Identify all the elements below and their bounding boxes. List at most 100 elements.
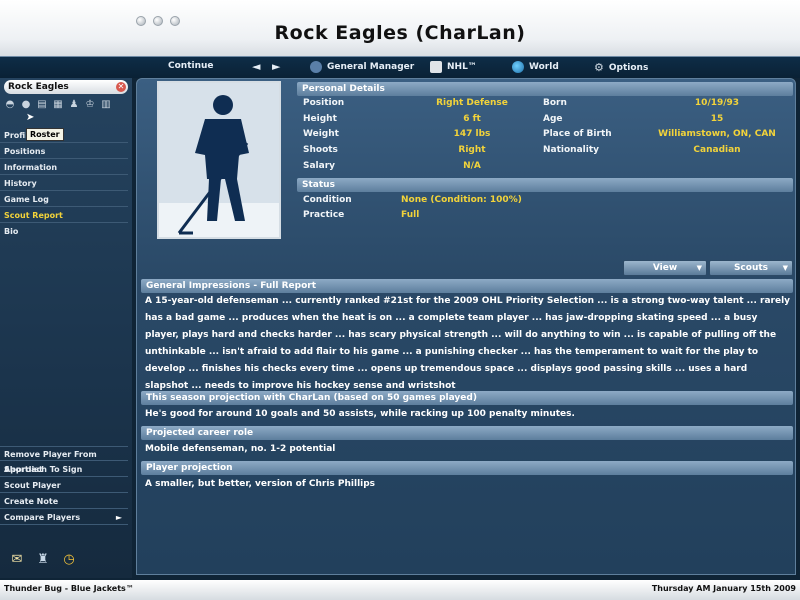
close-icon[interactable]: ✕ bbox=[116, 82, 126, 92]
sidebar-item-positions[interactable]: Positions bbox=[0, 144, 128, 159]
globe-icon bbox=[512, 61, 524, 73]
sidebar-item-label: History bbox=[4, 179, 37, 188]
forward-button[interactable]: ► bbox=[272, 60, 280, 73]
back-button[interactable]: ◄ bbox=[252, 60, 260, 73]
sidebar-item-label: Bio bbox=[4, 227, 19, 236]
gear-icon: ⚙ bbox=[594, 61, 604, 74]
status-date: Thursday AM January 15th 2009 bbox=[651, 584, 796, 593]
nationality-value: Canadian bbox=[693, 145, 741, 155]
player-projection-text: A smaller, but better, version of Chris … bbox=[145, 479, 376, 489]
sidebar-item-profile[interactable]: Profile bbox=[0, 128, 128, 143]
nhl-label: NHL™ bbox=[447, 62, 477, 72]
document-icon[interactable]: ▤ bbox=[36, 98, 48, 110]
shoots-label: Shoots bbox=[303, 145, 338, 155]
sidebar-item-label: Game Log bbox=[4, 195, 49, 204]
continue-label: Continue bbox=[168, 61, 214, 71]
career-role-header: Projected career role bbox=[141, 426, 793, 440]
sidebar-team-header: Rock Eagles ✕ bbox=[4, 80, 128, 94]
page-title: Rock Eagles (CharLan) bbox=[274, 22, 526, 44]
manager-icon bbox=[310, 61, 322, 73]
options-button[interactable]: ⚙ Options bbox=[594, 61, 648, 74]
status-bar: Thunder Bug - Blue Jackets™ Thursday AM … bbox=[0, 580, 800, 600]
mouse-cursor-icon: ➤ bbox=[26, 112, 35, 123]
season-projection-text: He's good for around 10 goals and 50 ass… bbox=[145, 409, 575, 419]
place-of-birth-label: Place of Birth bbox=[543, 129, 612, 139]
nationality-label: Nationality bbox=[543, 145, 599, 155]
action-label: Compare Players bbox=[4, 513, 81, 522]
nhl-button[interactable]: NHL™ bbox=[430, 61, 477, 73]
view-label: View bbox=[652, 263, 678, 273]
sidebar-bottom-icons: ✉ ♜ ◷ bbox=[8, 550, 78, 568]
impressions-text: A 15-year-old defenseman ... currently r… bbox=[145, 296, 791, 391]
position-label: Position bbox=[303, 98, 345, 108]
sidebar-item-history[interactable]: History bbox=[0, 176, 128, 191]
roster-icon[interactable]: ● bbox=[20, 98, 32, 110]
clock-icon[interactable]: ◷ bbox=[60, 550, 78, 568]
weight-value: 147 lbs bbox=[453, 129, 491, 139]
shoots-value: Right bbox=[458, 145, 486, 155]
world-label: World bbox=[529, 62, 559, 72]
scout-player-button[interactable]: Scout Player bbox=[0, 478, 128, 493]
height-value: 6 ft bbox=[463, 114, 481, 124]
place-of-birth-value: Williamstown, ON, CAN bbox=[658, 129, 776, 139]
practice-label: Practice bbox=[303, 210, 345, 220]
staff-icon[interactable]: ♟ bbox=[68, 98, 80, 110]
sidebar-item-scout-report[interactable]: Scout Report bbox=[0, 208, 128, 223]
tooltip: Roster bbox=[26, 128, 64, 141]
status-header: Status bbox=[297, 178, 793, 192]
age-label: Age bbox=[543, 114, 563, 124]
position-value: Right Defense bbox=[436, 98, 508, 108]
main-panel: Personal Details Position Right Defense … bbox=[136, 78, 796, 575]
sidebar-item-label: Positions bbox=[4, 147, 46, 156]
helmet-icon[interactable]: ◓ bbox=[4, 98, 16, 110]
player-projection-header: Player projection bbox=[141, 461, 793, 475]
options-label: Options bbox=[608, 62, 649, 73]
chevron-down-icon: ▼ bbox=[696, 264, 702, 272]
top-nav: Continue ◄ ► General Manager NHL™ World … bbox=[0, 56, 800, 78]
height-label: Height bbox=[303, 114, 337, 124]
action-label: Approach To Sign bbox=[4, 465, 83, 474]
compare-players-button[interactable]: Compare Players ► bbox=[0, 510, 128, 525]
nhl-logo-icon bbox=[430, 61, 442, 73]
player-silhouette-icon bbox=[159, 83, 279, 237]
world-button[interactable]: World bbox=[512, 61, 559, 73]
trophy-icon[interactable]: ♔ bbox=[84, 98, 96, 110]
general-manager-button[interactable]: General Manager bbox=[310, 61, 414, 73]
create-note-button[interactable]: Create Note bbox=[0, 494, 128, 509]
remove-from-shortlist-button[interactable]: Remove Player From Shortlist bbox=[0, 446, 128, 474]
scouts-label: Scouts bbox=[733, 263, 769, 273]
salary-label: Salary bbox=[303, 161, 336, 171]
general-manager-label: General Manager bbox=[327, 62, 415, 72]
action-label: Create Note bbox=[4, 497, 59, 506]
continue-button[interactable]: Continue bbox=[168, 61, 214, 71]
condition-value: None (Condition: 100%) bbox=[401, 195, 522, 205]
sidebar-item-information[interactable]: Information bbox=[0, 160, 128, 175]
impressions-header: General Impressions - Full Report bbox=[141, 279, 793, 293]
sidebar-item-label: Information bbox=[4, 163, 58, 172]
player-photo bbox=[157, 81, 281, 239]
mail-icon[interactable]: ✉ bbox=[8, 550, 26, 568]
born-value: 10/19/93 bbox=[694, 98, 740, 108]
sidebar: Rock Eagles ✕ ◓ ● ▤ ▦ ♟ ♔ ▥ ➤ Roster Pro… bbox=[0, 78, 132, 578]
sidebar-team-name: Rock Eagles bbox=[8, 82, 69, 92]
staff-person-icon[interactable]: ♜ bbox=[34, 550, 52, 568]
salary-value: N/A bbox=[463, 161, 481, 171]
age-value: 15 bbox=[710, 114, 724, 124]
list-icon[interactable]: ▦ bbox=[52, 98, 64, 110]
view-dropdown[interactable]: View ▼ bbox=[623, 260, 707, 276]
weight-label: Weight bbox=[303, 129, 339, 139]
sidebar-item-label: Scout Report bbox=[4, 211, 63, 220]
title-bar: Rock Eagles (CharLan) bbox=[0, 0, 800, 56]
chevron-right-icon: ► bbox=[115, 513, 122, 522]
approach-to-sign-button[interactable]: Approach To Sign bbox=[0, 462, 128, 477]
sidebar-item-bio[interactable]: Bio bbox=[0, 224, 128, 239]
sidebar-icon-row: ◓ ● ▤ ▦ ♟ ♔ ▥ bbox=[4, 98, 112, 110]
born-label: Born bbox=[543, 98, 567, 108]
sidebar-item-game-log[interactable]: Game Log bbox=[0, 192, 128, 207]
practice-value: Full bbox=[401, 210, 420, 220]
report-icon[interactable]: ▥ bbox=[100, 98, 112, 110]
status-team: Thunder Bug - Blue Jackets™ bbox=[4, 584, 134, 593]
career-role-text: Mobile defenseman, no. 1-2 potential bbox=[145, 444, 336, 454]
personal-details-header: Personal Details bbox=[297, 82, 793, 96]
scouts-dropdown[interactable]: Scouts ▼ bbox=[709, 260, 793, 276]
